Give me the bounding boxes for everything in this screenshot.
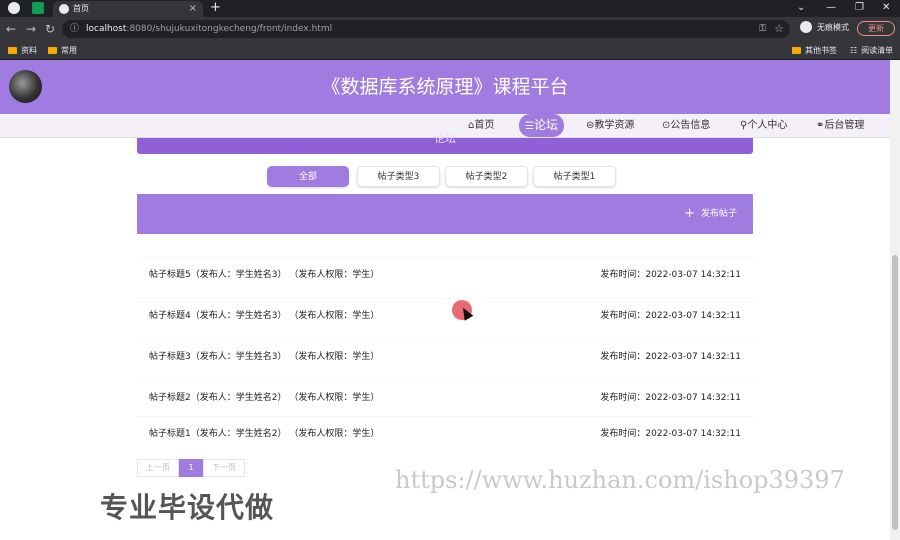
bookmark-folder-other[interactable]: 其他书签 [792, 44, 837, 57]
plus-icon: + [684, 206, 695, 221]
post-title[interactable]: 帖子标题3（发布人：学生姓名3） （发布人权限：学生） [149, 350, 379, 364]
incognito-label: 无痕模式 [817, 23, 849, 32]
nav-home[interactable]: ⌂首页 [468, 118, 494, 133]
scrollbar-thumb[interactable] [892, 255, 898, 530]
watermark-url: https://www.huzhan.com/ishop39397 [395, 466, 845, 494]
post-date: 发布时间：2022-03-07 14:32:11 [600, 393, 741, 403]
globe-icon [59, 4, 69, 14]
folder-icon [792, 47, 801, 54]
forum-banner-label: 论坛 [434, 132, 456, 145]
forward-button[interactable]: → [26, 21, 36, 37]
post-date: 发布时间：2022-03-07 14:32:11 [600, 270, 741, 280]
post-title[interactable]: 帖子标题5（发布人：学生姓名3） （发布人权限：学生） [149, 268, 379, 282]
nav-notices[interactable]: ⊙公告信息 [662, 118, 710, 133]
nav-admin[interactable]: ⚭后台管理 [816, 118, 864, 133]
forum-banner: 论坛 [137, 132, 753, 154]
prev-page-button[interactable]: 上一页 [137, 459, 179, 477]
site-header: 《数据库系统原理》课程平台 [0, 60, 890, 114]
bookmark-star-icon[interactable]: ☆ [774, 21, 784, 36]
bookmark-folder-ziliao[interactable]: 资料 [8, 44, 37, 57]
back-button[interactable]: ← [6, 21, 16, 37]
nav-resources[interactable]: ⊜教学资源 [586, 118, 634, 133]
folder-icon [8, 47, 17, 54]
post-title[interactable]: 帖子标题4（发布人：学生姓名3） （发布人权限：学生） [149, 309, 379, 323]
filter-type3[interactable]: 帖子类型3 [357, 166, 440, 187]
close-tab-icon[interactable]: × [189, 2, 197, 15]
sheets-app-icon[interactable] [32, 2, 44, 14]
forum-icon: ☰ [525, 121, 534, 132]
bookmark-folder-changyong[interactable]: 常用 [48, 44, 77, 57]
bookmarks-bar: 资料 常用 其他书签 ☷ 阅读清单 [0, 41, 900, 60]
reading-list[interactable]: ☷ 阅读清单 [850, 44, 893, 57]
browser-toolbar: ← → ↻ ⓘ localhost:8080/shujukuxitongkech… [0, 17, 900, 41]
watermark-text: 专业毕设代做 [100, 491, 275, 524]
filter-type2[interactable]: 帖子类型2 [445, 166, 528, 187]
publish-post-button[interactable]: + 发布帖子 [684, 207, 737, 221]
folder-icon [48, 47, 57, 54]
tab-home[interactable]: 首页 × [53, 1, 203, 17]
browser-tab-strip: 首页 × + ⌄ — ❐ ✕ [0, 0, 900, 17]
post-toolbar: + 发布帖子 [137, 194, 753, 234]
incognito-icon [800, 21, 812, 33]
post-row[interactable]: 帖子标题3（发布人：学生姓名3） （发布人权限：学生） 发布时间：2022-03… [137, 339, 753, 373]
new-tab-button[interactable]: + [210, 0, 221, 16]
page-scrollbar[interactable] [890, 60, 900, 540]
browser-menu-icon[interactable] [8, 2, 20, 14]
post-row[interactable]: 帖子标题5（发布人：学生姓名3） （发布人权限：学生） 发布时间：2022-03… [137, 257, 753, 291]
site-title: 《数据库系统原理》课程平台 [321, 76, 569, 98]
filter-all[interactable]: 全部 [267, 166, 349, 187]
tab-title: 首页 [73, 4, 89, 13]
update-button[interactable]: 更新 [857, 21, 895, 36]
filter-type1[interactable]: 帖子类型1 [533, 166, 616, 187]
post-date: 发布时间：2022-03-07 14:32:11 [600, 429, 741, 439]
post-title[interactable]: 帖子标题2（发布人：学生姓名2） （发布人权限：学生） [149, 391, 379, 405]
nav-personal-center[interactable]: ⚲个人中心 [740, 118, 787, 133]
url-text: localhost:8080/shujukuxitongkecheng/fron… [86, 24, 333, 34]
site-info-icon[interactable]: ⓘ [70, 22, 79, 36]
minimize-button[interactable]: — [826, 1, 836, 15]
reload-button[interactable]: ↻ [45, 21, 55, 37]
post-row[interactable]: 帖子标题4（发布人：学生姓名3） （发布人权限：学生） 发布时间：2022-03… [137, 298, 753, 332]
key-icon[interactable]: ⚿ [759, 22, 766, 36]
reading-list-icon: ☷ [850, 46, 858, 55]
close-window-button[interactable]: ✕ [882, 1, 890, 15]
tab-search-icon[interactable]: ⌄ [797, 1, 805, 15]
post-row[interactable]: 帖子标题1（发布人：学生姓名2） （发布人权限：学生） 发布时间：2022-03… [137, 416, 753, 450]
next-page-button[interactable]: 下一页 [203, 459, 245, 477]
maximize-button[interactable]: ❐ [855, 1, 864, 15]
post-title[interactable]: 帖子标题1（发布人：学生姓名2） （发布人权限：学生） [149, 427, 379, 441]
post-date: 发布时间：2022-03-07 14:32:11 [600, 311, 741, 321]
address-bar[interactable]: ⓘ localhost:8080/shujukuxitongkecheng/fr… [62, 20, 790, 38]
post-row[interactable]: 帖子标题2（发布人：学生姓名2） （发布人权限：学生） 发布时间：2022-03… [137, 380, 753, 414]
web-page: 《数据库系统原理》课程平台 ⌂首页 ☰论坛 ⊜教学资源 ⊙公告信息 ⚲个人中心 … [0, 60, 900, 540]
post-date: 发布时间：2022-03-07 14:32:11 [600, 352, 741, 362]
page-1-button[interactable]: 1 [179, 459, 203, 477]
